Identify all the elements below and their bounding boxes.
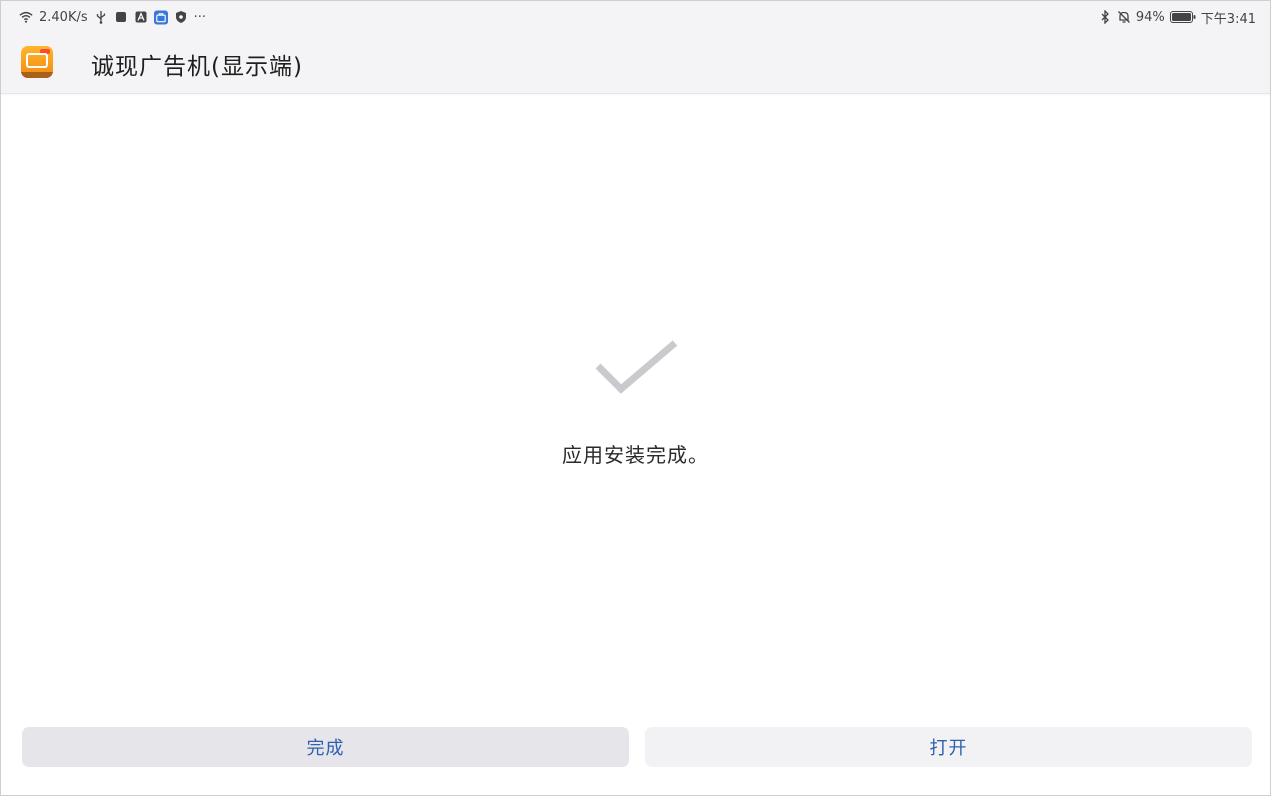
status-bar: 2.40K/s ··· 94% 下午3:41 xyxy=(1,1,1270,33)
status-time: 下午3:41 xyxy=(1200,11,1256,27)
screen: 2.40K/s ··· 94% 下午3:41 诚现广告机(显示端) 应用安装完成… xyxy=(0,0,1271,796)
network-speed: 2.40K/s xyxy=(39,9,88,25)
app-logo-icon xyxy=(21,46,53,78)
install-result: 应用安装完成。 xyxy=(1,331,1270,468)
status-left: 2.40K/s ··· xyxy=(19,8,206,26)
more-indicator: ··· xyxy=(193,9,207,25)
a-badge-icon xyxy=(134,10,148,24)
done-button[interactable]: 完成 xyxy=(22,727,629,767)
bottom-button-bar: 完成 打开 xyxy=(22,727,1253,767)
wifi-icon xyxy=(19,10,33,24)
usb-icon xyxy=(94,10,108,24)
bluetooth-icon xyxy=(1098,10,1112,24)
shield-icon xyxy=(174,10,188,24)
battery-percent: 94% xyxy=(1135,9,1165,25)
app-title: 诚现广告机(显示端) xyxy=(91,54,303,80)
checkmark-icon xyxy=(595,340,677,394)
battery-icon xyxy=(1169,10,1196,24)
mute-bell-icon xyxy=(1117,10,1131,24)
store-icon xyxy=(153,10,168,24)
status-right: 94% 下午3:41 xyxy=(1098,8,1256,27)
app-toolbar: 诚现广告机(显示端) xyxy=(1,39,1270,87)
header-area: 2.40K/s ··· 94% 下午3:41 诚现广告机(显示端) xyxy=(1,1,1270,94)
open-button[interactable]: 打开 xyxy=(645,727,1252,767)
install-complete-message: 应用安装完成。 xyxy=(562,443,709,467)
square-icon xyxy=(114,10,128,24)
